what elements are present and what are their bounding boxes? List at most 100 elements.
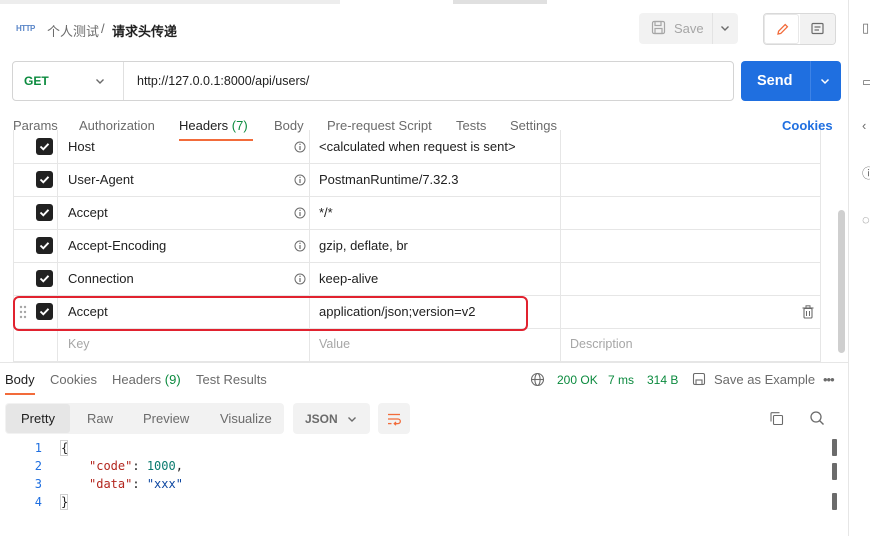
line-number: 3 (34, 477, 42, 491)
response-tab-cookies[interactable]: Cookies (50, 372, 97, 387)
response-tab-test-results[interactable]: Test Results (196, 372, 267, 387)
code-line: "code": 1000, (89, 459, 183, 473)
send-label: Send (757, 73, 793, 89)
line-number: 2 (34, 459, 42, 473)
json-separator: : (132, 477, 147, 491)
header-key[interactable]: Host (68, 139, 95, 154)
method-select[interactable]: GET (24, 74, 49, 88)
response-tab-headers[interactable]: Headers (9) (112, 372, 181, 387)
line-number: 4 (34, 495, 42, 509)
header-value[interactable]: gzip, deflate, br (319, 238, 408, 253)
http-icon: HTTP (16, 24, 35, 33)
json-key: "code" (89, 459, 133, 473)
rail-lightbulb-icon[interactable]: ◌ (862, 212, 870, 227)
search-icon[interactable] (809, 410, 825, 426)
info-icon[interactable] (294, 273, 306, 285)
row-divider (13, 163, 821, 164)
table-column-divider (560, 130, 561, 361)
postman-window: HTTP 个人测试 / 请求头传递 Save ▯ ▭ ‹ ⓘ ◌ GET htt… (0, 0, 870, 536)
request-title[interactable]: 请求头传递 (112, 21, 177, 40)
view-tab-pretty[interactable]: Pretty (21, 411, 55, 426)
status-code[interactable]: 200 OK (557, 373, 598, 387)
response-divider (0, 362, 848, 363)
response-scrollbar[interactable] (832, 493, 837, 510)
info-icon[interactable] (294, 240, 306, 252)
new-value-input[interactable]: Value (319, 337, 350, 351)
header-value[interactable]: keep-alive (319, 271, 378, 286)
json-string-value: "xxx" (146, 477, 183, 491)
right-sidebar-border (848, 0, 849, 536)
row-divider (13, 196, 821, 197)
pencil-icon (777, 23, 789, 35)
document-icon (811, 22, 824, 35)
header-checkbox[interactable] (36, 171, 53, 188)
chevron-down-icon[interactable] (94, 75, 106, 87)
url-input[interactable]: http://127.0.0.1:8000/api/users/ (137, 74, 309, 88)
new-description-input[interactable]: Description (570, 337, 633, 351)
rail-info-icon[interactable]: ⓘ (862, 163, 870, 182)
info-icon[interactable] (294, 174, 306, 186)
rail-code-icon[interactable]: ‹ (862, 118, 866, 133)
info-icon[interactable] (294, 207, 306, 219)
url-bar (12, 61, 734, 101)
header-value[interactable]: PostmanRuntime/7.32.3 (319, 172, 458, 187)
response-time[interactable]: 7 ms (608, 373, 634, 387)
header-checkbox[interactable] (36, 138, 53, 155)
top-tab-strip (0, 0, 340, 4)
header-key[interactable]: Connection (68, 271, 134, 286)
response-scrollbar[interactable] (832, 439, 837, 456)
chevron-down-icon[interactable] (819, 75, 831, 87)
breadcrumb-separator: / (101, 21, 105, 36)
header-checkbox[interactable] (36, 270, 53, 287)
header-checkbox[interactable] (36, 237, 53, 254)
url-divider (123, 62, 124, 100)
new-key-input[interactable]: Key (68, 337, 90, 351)
response-scrollbar[interactable] (832, 463, 837, 480)
response-headers-count: (9) (164, 372, 181, 387)
code-close-brace: } (61, 495, 69, 509)
trash-icon[interactable] (802, 305, 814, 319)
headers-scrollbar[interactable] (838, 210, 845, 353)
active-response-tab-indicator (5, 393, 35, 395)
row-divider (13, 262, 821, 263)
rail-comment-icon[interactable]: ▭ (862, 74, 870, 90)
copy-icon[interactable] (769, 411, 784, 426)
rail-document-icon[interactable]: ▯ (862, 20, 869, 36)
more-options-icon[interactable]: ••• (823, 372, 835, 387)
documentation-button[interactable] (800, 14, 835, 44)
chevron-down-icon (348, 417, 356, 422)
highlight-annotation (13, 296, 528, 331)
globe-icon[interactable] (530, 372, 545, 387)
json-separator: : (132, 459, 147, 473)
code-open-brace: { (61, 441, 69, 455)
header-key[interactable]: Accept (68, 205, 108, 220)
header-key[interactable]: User-Agent (68, 172, 134, 187)
view-tab-raw[interactable]: Raw (87, 411, 113, 426)
save-icon (651, 20, 666, 35)
top-tab-strip-active (453, 0, 547, 4)
breadcrumb-parent[interactable]: 个人测试 (47, 21, 99, 40)
code-line: "data": "xxx" (89, 477, 183, 491)
json-comma: , (175, 459, 183, 473)
json-number-value: 1000 (146, 459, 176, 473)
save-label: Save (674, 21, 704, 36)
response-tab-body[interactable]: Body (5, 372, 35, 387)
view-tab-visualize[interactable]: Visualize (220, 411, 272, 426)
response-size[interactable]: 314 B (647, 373, 678, 387)
header-key[interactable]: Accept-Encoding (68, 238, 166, 253)
save-divider (712, 13, 713, 44)
view-tab-preview[interactable]: Preview (143, 411, 189, 426)
json-key: "data" (89, 477, 133, 491)
info-icon[interactable] (294, 141, 306, 153)
row-divider (13, 229, 821, 230)
save-as-example-button[interactable]: Save as Example (714, 372, 815, 387)
header-value[interactable]: <calculated when request is sent> (319, 139, 516, 154)
line-number: 1 (34, 441, 42, 455)
edit-mode-button[interactable] (764, 14, 799, 44)
header-checkbox[interactable] (36, 204, 53, 221)
wrap-lines-icon (388, 413, 401, 426)
send-divider (810, 61, 811, 101)
chevron-down-icon[interactable] (719, 22, 731, 34)
header-value[interactable]: */* (319, 205, 333, 220)
save-icon (692, 372, 706, 386)
